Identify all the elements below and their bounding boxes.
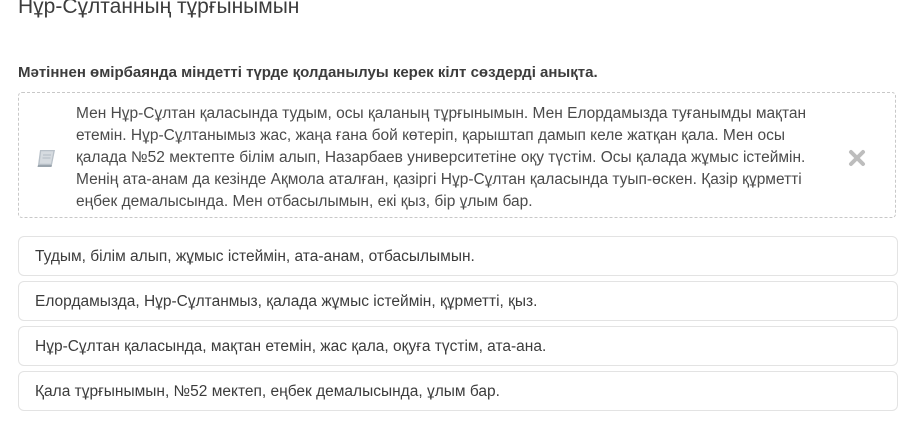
close-icon[interactable] xyxy=(847,148,867,168)
question-text: Мәтіннен өмірбаянда міндетті түрде қолда… xyxy=(18,64,598,81)
answer-option-label: Қала тұрғынымын, №52 мектеп, еңбек демал… xyxy=(35,383,500,400)
book-icon xyxy=(36,148,58,168)
answer-option-label: Нұр-Сұлтан қаласында, мақтан етемін, жас… xyxy=(35,338,547,355)
answer-option-3[interactable]: Нұр-Сұлтан қаласында, мақтан етемін, жас… xyxy=(18,326,898,366)
reading-passage-text: Мен Нұр-Сұлтан қаласында тудым, осы қала… xyxy=(76,105,807,210)
page-title: Нұр-Сұлтанның тұрғынымын xyxy=(18,0,300,18)
answer-option-label: Тудым, білім алып, жұмыс істеймін, ата-а… xyxy=(35,248,475,265)
answer-option-4[interactable]: Қала тұрғынымын, №52 мектеп, еңбек демал… xyxy=(18,371,898,411)
quiz-page: Нұр-Сұлтанның тұрғынымын Мәтіннен өмірба… xyxy=(0,0,900,423)
answer-option-label: Елордамызда, Нұр-Сұлтанмыз, қалада жұмыс… xyxy=(35,293,538,310)
answer-option-2[interactable]: Елордамызда, Нұр-Сұлтанмыз, қалада жұмыс… xyxy=(18,281,898,321)
reading-passage-box: Мен Нұр-Сұлтан қаласында тудым, осы қала… xyxy=(18,92,896,218)
answer-option-1[interactable]: Тудым, білім алып, жұмыс істеймін, ата-а… xyxy=(18,236,898,276)
